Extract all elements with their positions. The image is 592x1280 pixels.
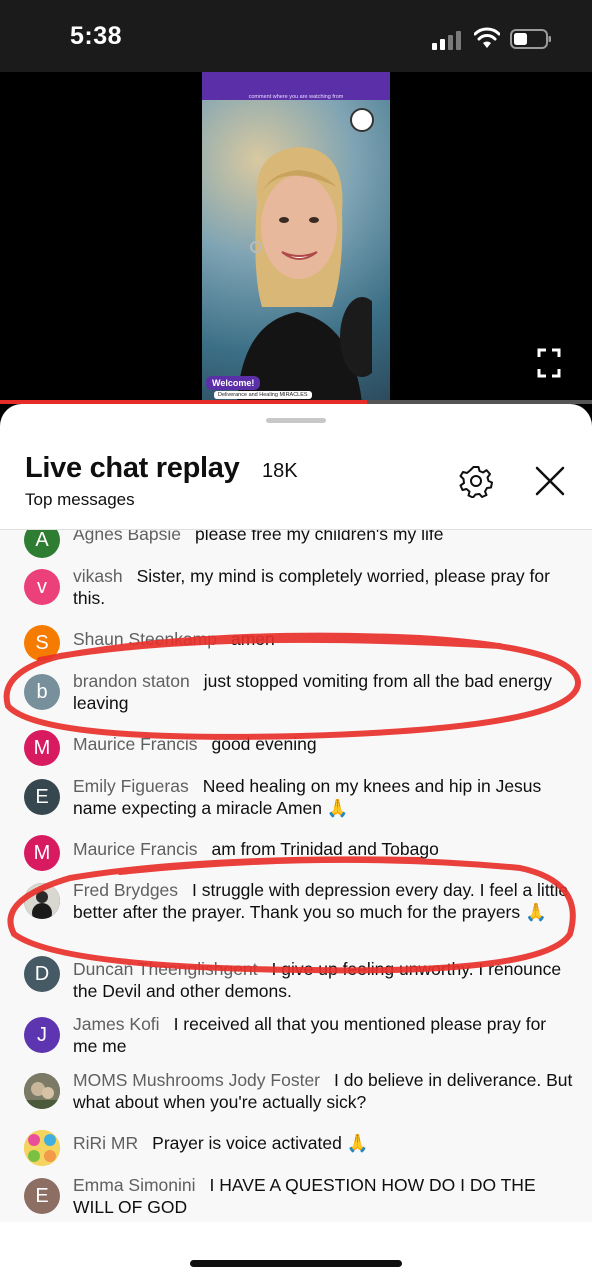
avatar[interactable]: A [24, 530, 60, 558]
bottom-safe-area [0, 1222, 592, 1280]
message-author[interactable]: James Kofi [73, 1014, 160, 1034]
avatar-initial: D [34, 963, 50, 985]
message-body: brandon staton just stopped vomiting from… [73, 671, 573, 714]
avatar[interactable]: M [24, 835, 60, 871]
message-author[interactable]: Emma Simonini [73, 1175, 196, 1195]
message-body: Emma Simonini I HAVE A QUESTION HOW DO I … [73, 1175, 573, 1218]
avatar[interactable] [24, 1130, 60, 1166]
message-author[interactable]: MOMS Mushrooms Jody Foster [73, 1070, 320, 1090]
live-chat-panel: Live chat replay 18K Top messages A Agne… [0, 404, 592, 1280]
welcome-badge: Welcome! [206, 376, 261, 390]
avatar-initial: E [35, 786, 49, 808]
avatar[interactable]: v [24, 569, 60, 605]
message-body: Emily Figueras Need healing on my knees a… [73, 776, 573, 819]
avatar-initial: M [33, 737, 51, 759]
message-text: am from Trinidad and Tobago [211, 839, 439, 859]
fullscreen-icon[interactable] [537, 348, 561, 378]
video-player[interactable]: comment where you are watching from Welc… [0, 72, 592, 404]
message-body: RiRi MR Prayer is voice activated 🙏 [73, 1133, 573, 1155]
avatar[interactable]: b [24, 674, 60, 710]
status-time: 5:38 [70, 22, 123, 50]
message-body: MOMS Mushrooms Jody Foster I do believe i… [73, 1070, 573, 1113]
home-indicator[interactable] [190, 1260, 402, 1267]
message-author[interactable]: Duncan Theenglishgent [73, 959, 258, 979]
video-frame: comment where you are watching from Welc… [202, 72, 390, 402]
chat-title: Live chat replay [25, 452, 240, 484]
message-author[interactable]: vikash [73, 566, 123, 586]
message-author[interactable]: Shaun Steenkamp [73, 629, 217, 649]
avatar[interactable]: S [24, 625, 60, 661]
avatar[interactable] [24, 1073, 60, 1109]
wifi-icon [474, 27, 500, 48]
message-body: Maurice Francis am from Trinidad and Toba… [73, 839, 573, 861]
avatar-initial: A [35, 530, 49, 551]
close-icon[interactable] [533, 464, 567, 498]
message-body: Maurice Francis good evening [73, 734, 573, 756]
avatar-initial: v [37, 576, 47, 598]
message-text: amen [231, 629, 275, 649]
avatar-initial: E [35, 1185, 49, 1207]
chat-count: 18K [262, 460, 298, 482]
avatar[interactable]: M [24, 730, 60, 766]
message-body: Duncan Theenglishgent I give up feeling u… [73, 959, 573, 1002]
avatar-photo [24, 1130, 60, 1166]
battery-icon [510, 29, 551, 49]
message-text: Sister, my mind is completely worried, p… [73, 566, 550, 608]
avatar-photo [24, 883, 60, 919]
message-author[interactable]: Fred Brydges [73, 880, 178, 900]
message-text: please free my children's my life [195, 530, 444, 544]
message-body: vikash Sister, my mind is completely worr… [73, 566, 573, 609]
chat-message-list[interactable]: A Agnes Bapsie please free my children's … [0, 530, 592, 1222]
avatar[interactable]: D [24, 956, 60, 992]
message-author[interactable]: RiRi MR [73, 1133, 138, 1153]
avatar-initial: b [36, 681, 48, 703]
message-body: Agnes Bapsie please free my children's my… [73, 530, 573, 546]
avatar-initial: S [35, 632, 49, 654]
message-text: Prayer is voice activated 🙏 [152, 1133, 369, 1153]
status-bar: 5:38 [0, 0, 592, 72]
message-author[interactable]: Maurice Francis [73, 839, 197, 859]
message-body: Fred Brydges I struggle with depression e… [73, 880, 573, 923]
message-author[interactable]: brandon staton [73, 671, 190, 691]
avatar-initial: J [37, 1024, 47, 1046]
avatar[interactable]: J [24, 1017, 60, 1053]
message-body: Shaun Steenkamp amen [73, 629, 573, 651]
message-author[interactable]: Maurice Francis [73, 734, 197, 754]
chat-filter-dropdown[interactable]: Top messages [25, 490, 135, 510]
video-top-banner: comment where you are watching from [202, 72, 390, 100]
avatar[interactable]: E [24, 1178, 60, 1214]
channel-logo [350, 108, 374, 132]
avatar[interactable]: E [24, 779, 60, 815]
message-text: good evening [211, 734, 317, 754]
signal-bars-icon [432, 31, 461, 50]
message-author[interactable]: Agnes Bapsie [73, 530, 181, 544]
gear-icon[interactable] [459, 464, 493, 498]
avatar[interactable] [24, 883, 60, 919]
avatar-initial: M [33, 842, 51, 864]
message-body: James Kofi I received all that you mentio… [73, 1014, 573, 1057]
video-ticker: Deliverance and Healing MIRACLES [214, 391, 312, 399]
avatar-photo [24, 1073, 60, 1109]
message-author[interactable]: Emily Figueras [73, 776, 189, 796]
video-presenter-image [237, 147, 372, 402]
drag-handle[interactable] [266, 418, 326, 423]
